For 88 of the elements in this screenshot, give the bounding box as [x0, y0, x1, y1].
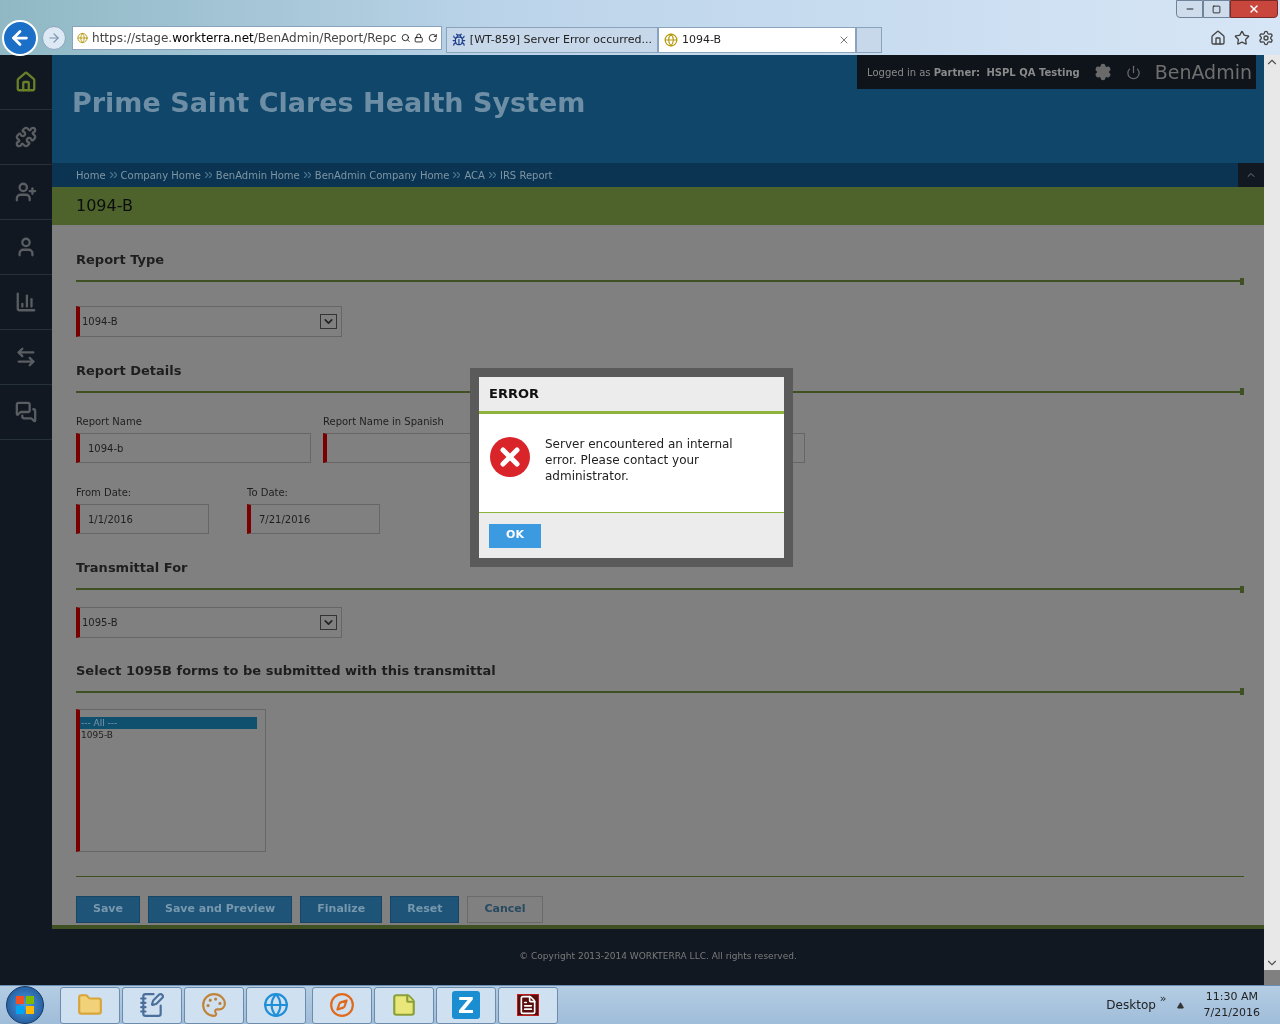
date-field[interactable]: 1/1/2016	[76, 504, 209, 534]
field-label: To Date:	[247, 486, 289, 500]
tray-arrow-icon[interactable]	[1176, 1001, 1184, 1009]
breadcrumb-link[interactable]: BenAdmin Company Home	[314, 167, 450, 183]
site-icon	[77, 31, 89, 45]
arrows-icon	[15, 346, 37, 368]
bar-chart-icon	[15, 291, 37, 313]
user-icon	[15, 236, 37, 258]
refresh-icon	[427, 32, 437, 44]
date-field[interactable]: 7/21/2016	[247, 504, 380, 534]
section-heading: Transmittal For	[76, 559, 189, 577]
back-button[interactable]	[2, 20, 38, 56]
palette-icon	[201, 992, 227, 1018]
form-button[interactable]: Save and Preview	[148, 896, 293, 923]
section-heading: Select 1095B forms to be submitted with this transmittal	[76, 661, 497, 680]
url-text: https://stage.workterra.net/BenAdmin/Report/Repc	[92, 30, 397, 47]
select-field[interactable]: 1095-B	[76, 606, 342, 638]
start-button[interactable]	[6, 986, 44, 1024]
clock-date: 7/21/2016	[1203, 1005, 1260, 1021]
section-heading: Report Details	[76, 361, 183, 380]
breadcrumb-link[interactable]: Home	[76, 167, 106, 183]
field-label: Report Name	[76, 415, 143, 429]
form-button[interactable]: Save	[76, 896, 140, 923]
close-icon	[1248, 3, 1260, 15]
sticky-note-icon	[391, 992, 417, 1018]
browser-tab[interactable]: 1094-B	[658, 27, 856, 53]
app-logo: Z	[452, 991, 480, 1019]
separator-icon	[488, 172, 496, 178]
ok-button[interactable]: OK	[489, 523, 541, 548]
new-tab-button[interactable]	[856, 27, 882, 53]
settings-icon[interactable]	[1258, 30, 1274, 46]
separator-icon	[204, 172, 212, 178]
section-heading: Report Type	[76, 251, 166, 269]
separator-icon	[109, 172, 117, 178]
separator-icon	[303, 172, 311, 178]
favorites-icon[interactable]	[1234, 30, 1250, 46]
error-message: Server encountered an internal error. Please contact your administrator.	[545, 436, 734, 484]
bug-icon	[452, 33, 466, 47]
brand-logo: BenAdmin	[1154, 59, 1252, 85]
report-name-field[interactable]: 1094-b	[76, 433, 311, 463]
home-icon	[15, 71, 37, 93]
browser-tab[interactable]: [WT-859] Server Error occurred...	[446, 27, 658, 53]
forward-button[interactable]	[42, 26, 66, 50]
chat-icon	[15, 401, 37, 423]
search-icon	[400, 32, 411, 44]
breadcrumb-link[interactable]: Company Home	[120, 167, 201, 183]
address-bar[interactable]: https://stage.workterra.net/BenAdmin/Report/Repc	[72, 26, 442, 50]
close-button[interactable]	[1230, 0, 1278, 18]
user-add-icon	[15, 181, 37, 203]
maximize-icon	[1212, 4, 1221, 14]
close-tab-icon[interactable]	[838, 34, 850, 46]
page-title: 1094-B	[76, 195, 133, 217]
forward-arrow-icon	[47, 31, 61, 45]
login-text: Logged in as Partner: HSPL QA Testing	[867, 65, 1080, 80]
clock-time: 11:30 AM	[1205, 988, 1258, 1005]
list-option[interactable]: --- All ---	[80, 717, 257, 729]
taskbar-button[interactable]	[498, 986, 558, 1024]
breadcrumb-link[interactable]: IRS Report	[499, 167, 553, 183]
field-label: Report Name in Spanish	[323, 415, 445, 429]
maximize-button[interactable]	[1203, 0, 1230, 18]
organization-title: Prime Saint Clares Health System	[72, 85, 586, 120]
lock-icon	[414, 32, 424, 44]
select-field[interactable]: 1094-B	[76, 305, 342, 337]
breadcrumb-link[interactable]: BenAdmin Home	[215, 167, 300, 183]
site-icon	[664, 33, 678, 47]
windows-logo-icon	[16, 996, 34, 1014]
taskbar-button[interactable]: Z	[436, 986, 496, 1024]
form-button[interactable]: Cancel	[467, 896, 543, 923]
power-icon[interactable]	[1125, 64, 1141, 80]
error-icon	[489, 436, 531, 478]
puzzle-icon	[15, 126, 37, 148]
folder-icon	[77, 992, 103, 1018]
expand-text[interactable]: »	[1159, 990, 1167, 1008]
form-button[interactable]: Reset	[390, 896, 460, 923]
desktop-label[interactable]: Desktop	[1106, 996, 1156, 1014]
minimize-button[interactable]	[1176, 0, 1203, 18]
copyright-text: © Copyright 2013-2014 WORKTERRA LLC. All rights reserved.	[519, 950, 797, 964]
breadcrumb-link[interactable]: ACA	[464, 167, 485, 183]
form-button[interactable]: Finalize	[300, 896, 383, 923]
pdf-icon	[517, 994, 539, 1016]
list-option[interactable]: 1095-B	[80, 729, 257, 741]
notepad-icon	[139, 992, 165, 1018]
settings-icon[interactable]	[1093, 63, 1112, 81]
home-icon[interactable]	[1210, 30, 1226, 46]
dialog-title: ERROR	[489, 385, 539, 404]
field-label: From Date:	[76, 486, 133, 500]
separator-icon	[453, 172, 461, 178]
forms-listbox[interactable]: --- All --- 1095-B	[76, 709, 266, 852]
